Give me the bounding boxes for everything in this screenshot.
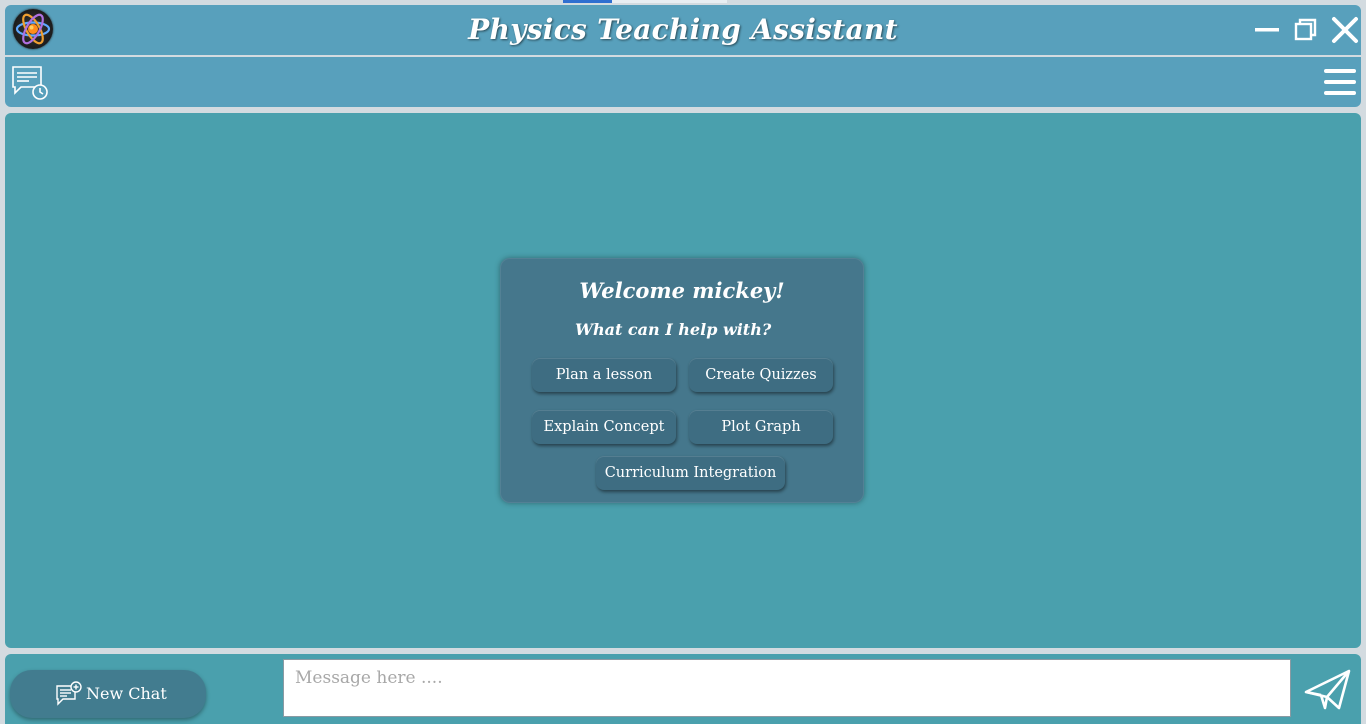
welcome-subtitle: What can I help with? [575,320,772,339]
explain-concept-button[interactable]: Explain Concept [532,410,676,444]
plan-lesson-button[interactable]: Plan a lesson [532,358,676,392]
chat-area: Welcome mickey! What can I help with? Pl… [5,113,1361,648]
title-bar[interactable]: Physics Teaching Assistant [5,5,1361,55]
close-icon[interactable] [1330,15,1360,45]
new-chat-label: New Chat [86,684,167,703]
hamburger-menu-icon[interactable] [1323,67,1357,97]
plot-graph-button[interactable]: Plot Graph [689,410,833,444]
minimize-icon[interactable] [1252,15,1282,45]
paper-plane-send-icon[interactable] [1303,668,1353,712]
restore-icon[interactable] [1291,15,1321,45]
curriculum-integration-button[interactable]: Curriculum Integration [596,456,785,490]
app-title: Physics Teaching Assistant [468,13,898,46]
message-input[interactable] [283,659,1291,717]
window-focus-accent-light [612,0,727,3]
chat-history-icon[interactable] [11,65,49,101]
window-focus-accent [563,0,612,3]
toolbar [5,57,1361,107]
new-chat-button[interactable]: New Chat [10,670,206,718]
welcome-card: Welcome mickey! What can I help with? Pl… [500,258,864,503]
new-chat-icon [55,681,83,707]
create-quizzes-button[interactable]: Create Quizzes [689,358,833,392]
input-bar: New Chat [5,654,1361,724]
welcome-title: Welcome mickey! [579,278,785,303]
